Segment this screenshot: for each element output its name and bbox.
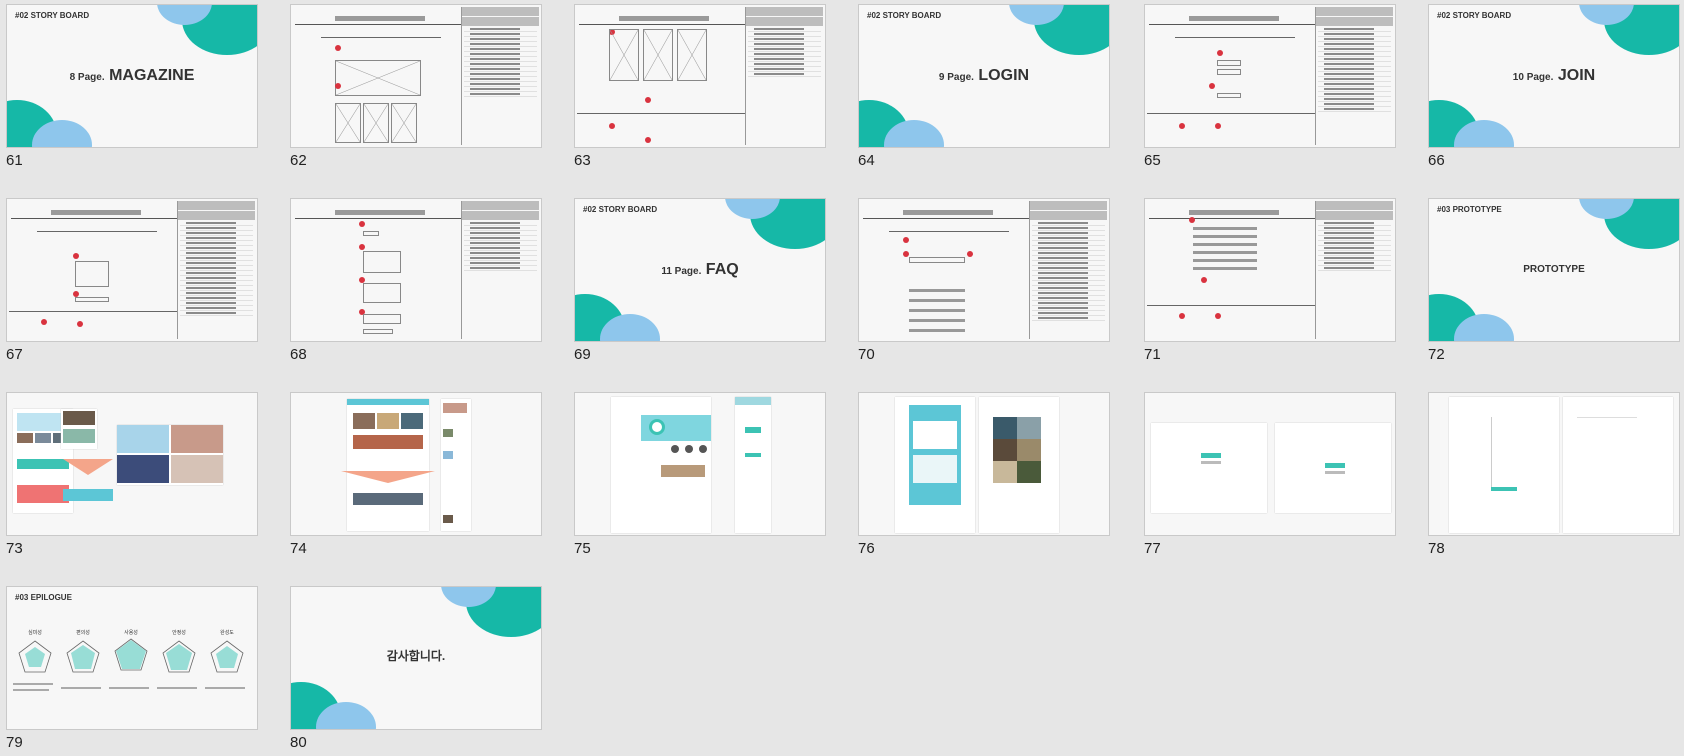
slide-number: 70: [858, 346, 875, 363]
section-label: #02 STORY BOARD: [867, 11, 942, 20]
slide-preview: #02 STORY BOARD 11 Page. FAQ: [574, 198, 826, 342]
slide-number: 72: [1428, 346, 1445, 363]
slide-number: 62: [290, 152, 307, 169]
slide-sorter-grid: #02 STORY BOARD 8 Page. MAGAZINE 61 62 6…: [0, 0, 1684, 756]
slide-preview: [6, 392, 258, 536]
section-label: #02 STORY BOARD: [1437, 11, 1512, 20]
wireframe-header: [1149, 13, 1319, 25]
radar-label: 사용성: [124, 630, 138, 636]
slide-number: 73: [6, 540, 23, 557]
slide-number: 78: [1428, 540, 1445, 557]
wireframe-header: [863, 207, 1033, 219]
slide-preview: [574, 392, 826, 536]
prototype-page: [441, 399, 471, 531]
slide-number: 79: [6, 734, 23, 751]
radar-label: 편의성: [76, 630, 90, 636]
radar-chart: [18, 640, 52, 673]
wireframe-header: [11, 207, 181, 219]
slide-preview: [1144, 4, 1396, 148]
slide-preview: [574, 4, 826, 148]
slide-title: 9 Page. LOGIN: [938, 67, 1030, 84]
slide-preview: #03 EPILOGUE 심미성 편의성 사용성 안정성 완성도: [6, 586, 258, 730]
slide-number: 69: [574, 346, 591, 363]
slide-number: 68: [290, 346, 307, 363]
slide-preview: [1144, 198, 1396, 342]
prototype-page: [1151, 423, 1267, 513]
slide-number: 67: [6, 346, 23, 363]
slide-number: 77: [1144, 540, 1161, 557]
slide-number: 80: [290, 734, 307, 751]
radar-label: 안정성: [172, 630, 186, 636]
slide-title: PROTOTYPE: [1523, 264, 1585, 275]
slide-number: 71: [1144, 346, 1161, 363]
radar-label: 완성도: [220, 630, 234, 636]
radar-label: 심미성: [28, 630, 42, 636]
wireframe-description-panel: [745, 7, 823, 145]
radar-chart: [210, 640, 244, 673]
slide-preview: #02 STORY BOARD 9 Page. LOGIN: [858, 4, 1110, 148]
prototype-page: [1563, 397, 1673, 533]
slide-number: 65: [1144, 152, 1161, 169]
slide-preview: [290, 198, 542, 342]
slide-preview: [290, 4, 542, 148]
wireframe-header: [295, 207, 465, 219]
wireframe-description-panel: [177, 201, 255, 339]
slide-title: 10 Page. JOIN: [1512, 67, 1596, 84]
prototype-page: [611, 397, 711, 533]
slide-preview: #02 STORY BOARD 10 Page. JOIN: [1428, 4, 1680, 148]
slide-number: 66: [1428, 152, 1445, 169]
closing-text: 감사합니다.: [386, 649, 446, 663]
slide-preview: [6, 198, 258, 342]
prototype-page: [1449, 397, 1559, 533]
slide-preview: [858, 392, 1110, 536]
wireframe-header: [1149, 207, 1319, 219]
slide-number: 63: [574, 152, 591, 169]
radar-chart: [66, 640, 100, 673]
wireframe-header: [295, 13, 465, 25]
wireframe-description-panel: [1315, 7, 1393, 145]
prototype-page: [117, 425, 223, 485]
prototype-page: [61, 409, 97, 449]
wireframe-description-panel: [1029, 201, 1107, 339]
section-label: #02 STORY BOARD: [583, 205, 658, 214]
wireframe-description-panel: [461, 201, 539, 339]
slide-preview: 감사합니다.: [290, 586, 542, 730]
prototype-page: [895, 397, 975, 533]
slide-preview: [858, 198, 1110, 342]
slide-number: 76: [858, 540, 875, 557]
prototype-page: [1275, 423, 1391, 513]
slide-number: 74: [290, 540, 307, 557]
prototype-page: [341, 399, 435, 531]
slide-title: 8 Page. MAGAZINE: [69, 67, 195, 84]
section-label: #02 STORY BOARD: [15, 11, 90, 20]
slide-preview: [290, 392, 542, 536]
slide-number: 75: [574, 540, 591, 557]
slide-number: 61: [6, 152, 23, 169]
prototype-page: [979, 397, 1059, 533]
radar-chart: [162, 640, 196, 673]
wireframe-description-panel: [1315, 201, 1393, 339]
slide-preview: [1428, 392, 1680, 536]
slide-title: 11 Page. FAQ: [661, 261, 739, 278]
slide-preview: #02 STORY BOARD 8 Page. MAGAZINE: [6, 4, 258, 148]
prototype-page: [735, 397, 771, 533]
slide-preview: #03 PROTOTYPE PROTOTYPE: [1428, 198, 1680, 342]
wireframe-header: [579, 13, 749, 25]
section-label: #03 PROTOTYPE: [1437, 205, 1502, 214]
slide-preview: [1144, 392, 1396, 536]
section-label: #03 EPILOGUE: [15, 593, 72, 602]
wireframe-description-panel: [461, 7, 539, 145]
radar-chart: [114, 638, 148, 671]
slide-number: 64: [858, 152, 875, 169]
